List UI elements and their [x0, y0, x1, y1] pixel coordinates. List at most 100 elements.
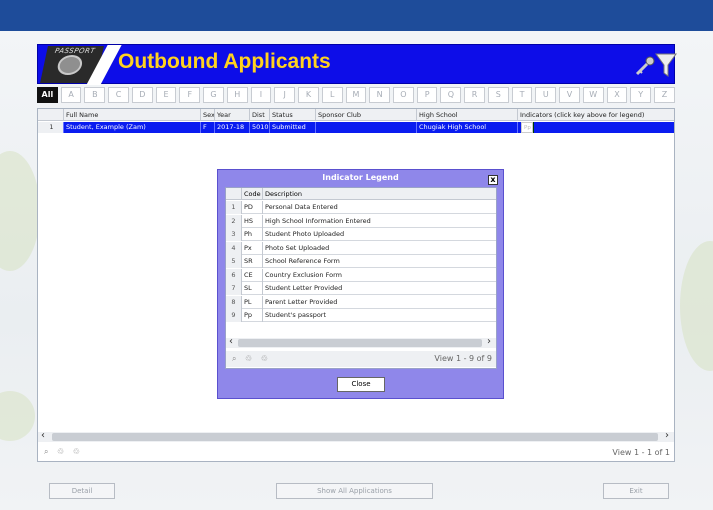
legend-description: Student's passport: [265, 311, 327, 319]
grid-horizontal-scrollbar[interactable]: ‹ ›: [38, 430, 674, 442]
legend-row-number: 9: [226, 309, 242, 322]
pager-icons[interactable]: ⌕ ♲ ♲: [232, 354, 271, 364]
col-year[interactable]: Year: [215, 109, 250, 121]
filter-icon[interactable]: [655, 52, 677, 78]
legend-grid: Code Description 1 PD Personal Data Entere…: [225, 187, 497, 369]
letter-filter-k[interactable]: K: [298, 87, 319, 103]
key-icon[interactable]: [635, 56, 655, 76]
letter-filter-z[interactable]: Z: [654, 87, 675, 103]
legend-row[interactable]: 1 PD Personal Data Entered: [226, 201, 496, 214]
col-full-name[interactable]: Full Name: [64, 109, 201, 121]
show-all-applications-button[interactable]: Show All Applications: [276, 483, 433, 499]
letter-filter-u[interactable]: U: [535, 87, 557, 103]
col-indicators[interactable]: Indicators (click key above for legend): [518, 109, 674, 121]
letter-filter-s[interactable]: S: [487, 87, 509, 103]
legend-row[interactable]: 8 PL Parent Letter Provided: [226, 295, 496, 309]
legend-row[interactable]: 5 SR School Reference Form: [226, 255, 496, 268]
grid-view-count: View 1 - 1 of 1: [612, 448, 670, 457]
legend-row[interactable]: 2 HS High School Information Entered: [226, 214, 496, 228]
cell-year: 2017-18: [215, 122, 250, 133]
legend-description: Student Photo Uploaded: [265, 230, 345, 238]
scroll-left-icon[interactable]: ‹: [41, 430, 45, 441]
letter-filter-n[interactable]: N: [369, 87, 391, 103]
letter-filter-all[interactable]: All: [37, 87, 58, 103]
letter-filter-o[interactable]: O: [393, 87, 414, 103]
letter-filter-c[interactable]: C: [108, 87, 129, 103]
legend-header-rownum: [226, 188, 242, 200]
grid-pager: ⌕ ♲ ♲ View 1 - 1 of 1: [38, 446, 674, 460]
letter-filter-q[interactable]: Q: [440, 87, 462, 103]
letter-filter-l[interactable]: L: [321, 87, 343, 103]
letter-filter-y[interactable]: Y: [630, 87, 652, 103]
col-status[interactable]: Status: [270, 109, 316, 121]
legend-code: HS: [242, 214, 263, 228]
grid-header: Full Name Sex Year Dist Status Sponsor C…: [38, 109, 674, 121]
legend-row-number: 3: [226, 228, 242, 241]
letter-filter-t[interactable]: T: [511, 87, 533, 103]
legend-description: Country Exclusion Form: [265, 270, 342, 279]
letter-filter-v[interactable]: V: [559, 87, 580, 103]
close-icon[interactable]: x: [488, 175, 498, 185]
cell-high-school: Chugiak High School: [417, 122, 518, 133]
scroll-right-icon[interactable]: ›: [487, 336, 491, 347]
legend-row[interactable]: 6 CE Country Exclusion Form: [226, 268, 496, 282]
legend-row-number: 1: [226, 201, 242, 214]
legend-row-number: 8: [226, 295, 242, 309]
legend-pager: ⌕ ♲ ♲ View 1 - 9 of 9: [226, 351, 496, 367]
legend-code: Px: [242, 241, 263, 255]
pager-icons[interactable]: ⌕ ♲ ♲: [44, 447, 83, 457]
letter-filter-d[interactable]: D: [131, 87, 153, 103]
col-sex[interactable]: Sex: [201, 109, 215, 121]
letter-filter-r[interactable]: R: [464, 87, 485, 103]
cell-full-name[interactable]: Student, Example (Zam): [64, 122, 201, 133]
legend-code: PL: [242, 295, 263, 309]
letter-filter-p[interactable]: P: [416, 87, 438, 103]
cell-dist: 5010: [252, 122, 270, 133]
legend-description: Student Letter Provided: [265, 284, 343, 292]
col-high-school[interactable]: High School: [417, 109, 518, 121]
row-number: 1: [38, 122, 64, 133]
alphabet-filter: All A B C D E F G H I J K L M N O P Q R S T U V W X Y Z: [37, 87, 675, 103]
cell-status: Submitted: [270, 122, 316, 133]
letter-filter-m[interactable]: M: [345, 87, 367, 103]
letter-filter-x[interactable]: X: [606, 87, 628, 103]
exit-button[interactable]: Exit: [603, 483, 669, 499]
letter-filter-e[interactable]: E: [155, 87, 177, 103]
page-title: Outbound Applicants: [118, 50, 331, 73]
app-header: PASSPORT Outbound Applicants: [37, 44, 677, 85]
legend-code: Pp: [242, 309, 263, 322]
scrollbar-thumb[interactable]: [238, 339, 482, 347]
letter-filter-i[interactable]: I: [250, 87, 272, 103]
legend-row[interactable]: 7 SL Student Letter Provided: [226, 282, 496, 295]
logo-text: PASSPORT: [54, 47, 96, 55]
letter-filter-b[interactable]: B: [84, 87, 106, 103]
dialog-title: Indicator Legend: [322, 173, 399, 182]
legend-row[interactable]: 9 Pp Student's passport: [226, 309, 496, 322]
legend-code: CE: [242, 268, 263, 282]
scrollbar-thumb[interactable]: [52, 433, 658, 441]
cell-sponsor-club: [316, 122, 417, 133]
legend-code: SL: [242, 282, 263, 295]
letter-filter-g[interactable]: G: [203, 87, 224, 103]
legend-view-count: View 1 - 9 of 9: [434, 354, 492, 363]
detail-button[interactable]: Detail: [49, 483, 115, 499]
legend-horizontal-scrollbar[interactable]: ‹ ›: [226, 336, 496, 348]
legend-description: High School Information Entered: [265, 216, 371, 225]
cell-indicators: PDHSPhPxSRCESLPLPp: [518, 122, 674, 133]
col-sponsor-club[interactable]: Sponsor Club: [316, 109, 417, 121]
scroll-right-icon[interactable]: ›: [665, 430, 669, 441]
letter-filter-f[interactable]: F: [179, 87, 201, 103]
letter-filter-h[interactable]: H: [226, 87, 248, 103]
letter-filter-j[interactable]: J: [274, 87, 296, 103]
scroll-left-icon[interactable]: ‹: [229, 336, 233, 347]
legend-col-description[interactable]: Description: [263, 188, 496, 200]
table-row[interactable]: 1 Student, Example (Zam) F 2017-18 5010 …: [38, 122, 674, 133]
col-dist[interactable]: Dist: [250, 109, 270, 121]
close-button[interactable]: Close: [337, 377, 385, 392]
legend-description: Parent Letter Provided: [265, 297, 338, 306]
letter-filter-w[interactable]: W: [582, 87, 604, 103]
legend-row[interactable]: 4 Px Photo Set Uploaded: [226, 241, 496, 255]
letter-filter-a[interactable]: A: [60, 87, 82, 103]
legend-col-code[interactable]: Code: [242, 188, 263, 200]
legend-row[interactable]: 3 Ph Student Photo Uploaded: [226, 228, 496, 241]
